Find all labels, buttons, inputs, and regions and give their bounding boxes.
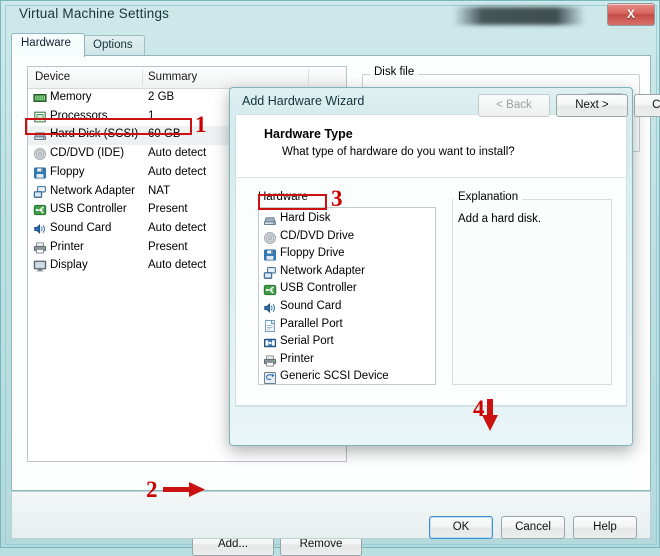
window-title: Virtual Machine Settings bbox=[19, 6, 170, 21]
explanation-group-box bbox=[452, 199, 612, 385]
wizard-back-button[interactable]: < Back bbox=[478, 94, 550, 117]
serial-port-icon bbox=[263, 336, 277, 350]
memory-icon bbox=[33, 91, 48, 105]
device-name: Sound Card bbox=[50, 221, 112, 234]
device-name: USB Controller bbox=[50, 203, 127, 216]
device-name: Printer bbox=[50, 240, 84, 253]
wizard-heading: Hardware Type bbox=[264, 127, 353, 141]
titlebar-redaction-smudge bbox=[453, 7, 585, 25]
wizard-next-button[interactable]: Next > bbox=[556, 94, 628, 117]
network-adapter-icon bbox=[263, 266, 277, 280]
device-summary: Auto detect bbox=[148, 259, 207, 272]
tab-hardware-label: Hardware bbox=[21, 37, 71, 49]
close-icon[interactable]: X bbox=[607, 3, 655, 26]
column-header-device[interactable]: Device bbox=[35, 71, 70, 83]
sound-card-icon bbox=[33, 222, 48, 236]
device-summary: Auto detect bbox=[148, 165, 207, 178]
device-list-header: Device Summary bbox=[28, 67, 346, 89]
parallel-port-icon bbox=[263, 319, 277, 333]
list-item[interactable]: Sound Card bbox=[259, 299, 435, 317]
hardware-item-label: CD/DVD Drive bbox=[280, 229, 355, 242]
device-summary: 2 GB bbox=[148, 91, 175, 103]
hardware-item-label: Hard Disk bbox=[280, 212, 331, 224]
cancel-button[interactable]: Cancel bbox=[501, 516, 565, 539]
column-divider-2[interactable] bbox=[308, 69, 309, 86]
hardware-item-label: Generic SCSI Device bbox=[280, 370, 389, 383]
hardware-item-label: Printer bbox=[280, 352, 314, 365]
list-item[interactable]: Printer bbox=[259, 352, 435, 370]
device-name: Display bbox=[50, 259, 88, 272]
window-titlebar[interactable]: Virtual Machine Settings X bbox=[1, 1, 660, 29]
hardware-item-label: Sound Card bbox=[280, 300, 342, 312]
ok-button[interactable]: OK bbox=[429, 516, 493, 539]
list-item[interactable]: Parallel Port bbox=[259, 317, 435, 335]
annotation-arrow-to-add-button bbox=[163, 482, 205, 497]
list-item[interactable]: Hard Disk bbox=[259, 211, 435, 229]
generic-scsi-icon bbox=[263, 371, 277, 385]
wizard-footer bbox=[235, 406, 627, 442]
usb-controller-icon bbox=[33, 203, 48, 217]
explanation-group-label: Explanation bbox=[454, 191, 523, 203]
hardware-item-label: Serial Port bbox=[280, 335, 334, 348]
list-item[interactable]: USB Controller bbox=[259, 281, 435, 299]
device-name: Network Adapter bbox=[50, 184, 136, 197]
list-item[interactable]: Serial Port bbox=[259, 334, 435, 352]
printer-icon bbox=[33, 241, 48, 255]
annotation-number-3: 3 bbox=[331, 186, 343, 211]
wizard-body: Hardware Type What type of hardware do y… bbox=[235, 114, 627, 406]
hardware-item-label: Floppy Drive bbox=[280, 247, 345, 260]
explanation-group: Explanation Add a hard disk. bbox=[452, 191, 612, 385]
harddisk-icon bbox=[263, 213, 277, 227]
tab-options-label: Options bbox=[93, 39, 133, 51]
annotation-number-2: 2 bbox=[146, 477, 158, 502]
hardware-item-label: Parallel Port bbox=[280, 317, 343, 330]
usb-controller-icon bbox=[263, 283, 277, 297]
hardware-type-list[interactable]: Hard Disk CD/DVD Drive Floppy Drive Network… bbox=[258, 207, 436, 385]
hardware-item-label: USB Controller bbox=[280, 282, 357, 295]
column-divider-1[interactable] bbox=[142, 69, 143, 86]
wizard-cancel-button[interactable]: Cancel bbox=[634, 94, 660, 117]
list-item[interactable]: Network Adapter bbox=[259, 264, 435, 282]
printer-icon bbox=[263, 354, 277, 368]
list-item[interactable]: Floppy Drive bbox=[259, 246, 435, 264]
sound-card-icon bbox=[263, 301, 277, 315]
device-name: Memory bbox=[50, 91, 92, 103]
floppy-icon bbox=[33, 166, 48, 180]
display-icon bbox=[33, 259, 48, 273]
annotation-number-1: 1 bbox=[195, 112, 207, 137]
device-summary: NAT bbox=[148, 184, 171, 197]
tab-hardware[interactable]: Hardware bbox=[11, 33, 85, 57]
device-summary: Auto detect bbox=[148, 221, 207, 234]
annotation-arrow-to-next-button bbox=[482, 399, 498, 431]
cddvd-icon bbox=[263, 231, 277, 245]
list-item[interactable]: Generic SCSI Device bbox=[259, 369, 435, 387]
network-adapter-icon bbox=[33, 185, 48, 199]
list-item[interactable]: CD/DVD Drive bbox=[259, 229, 435, 247]
virtual-machine-settings-window: Virtual Machine Settings X Hardware Opti… bbox=[0, 0, 660, 556]
annotation-box-hard-disk-item bbox=[258, 194, 327, 210]
device-summary: Auto detect bbox=[148, 147, 207, 160]
device-summary: Present bbox=[148, 240, 188, 253]
hardware-item-label: Network Adapter bbox=[280, 264, 366, 277]
help-button[interactable]: Help bbox=[573, 516, 637, 539]
wizard-header: Hardware Type What type of hardware do y… bbox=[236, 115, 626, 178]
tab-options[interactable]: Options bbox=[83, 35, 145, 55]
annotation-box-hard-disk-row bbox=[25, 118, 192, 135]
device-name: CD/DVD (IDE) bbox=[50, 147, 125, 160]
device-name: Floppy bbox=[50, 165, 85, 178]
wizard-subheading: What type of hardware do you want to ins… bbox=[282, 146, 515, 158]
explanation-text: Add a hard disk. bbox=[458, 213, 542, 225]
cddvd-icon bbox=[33, 147, 48, 161]
tabstrip: Hardware Options bbox=[11, 33, 651, 57]
add-hardware-wizard-dialog: Add Hardware Wizard ⌧ Hardware Type What… bbox=[229, 87, 660, 446]
disk-file-group-label: Disk file bbox=[370, 66, 419, 78]
floppy-icon bbox=[263, 248, 277, 262]
device-summary: Present bbox=[148, 203, 188, 216]
wizard-title: Add Hardware Wizard bbox=[242, 94, 365, 108]
column-header-summary[interactable]: Summary bbox=[148, 71, 197, 83]
